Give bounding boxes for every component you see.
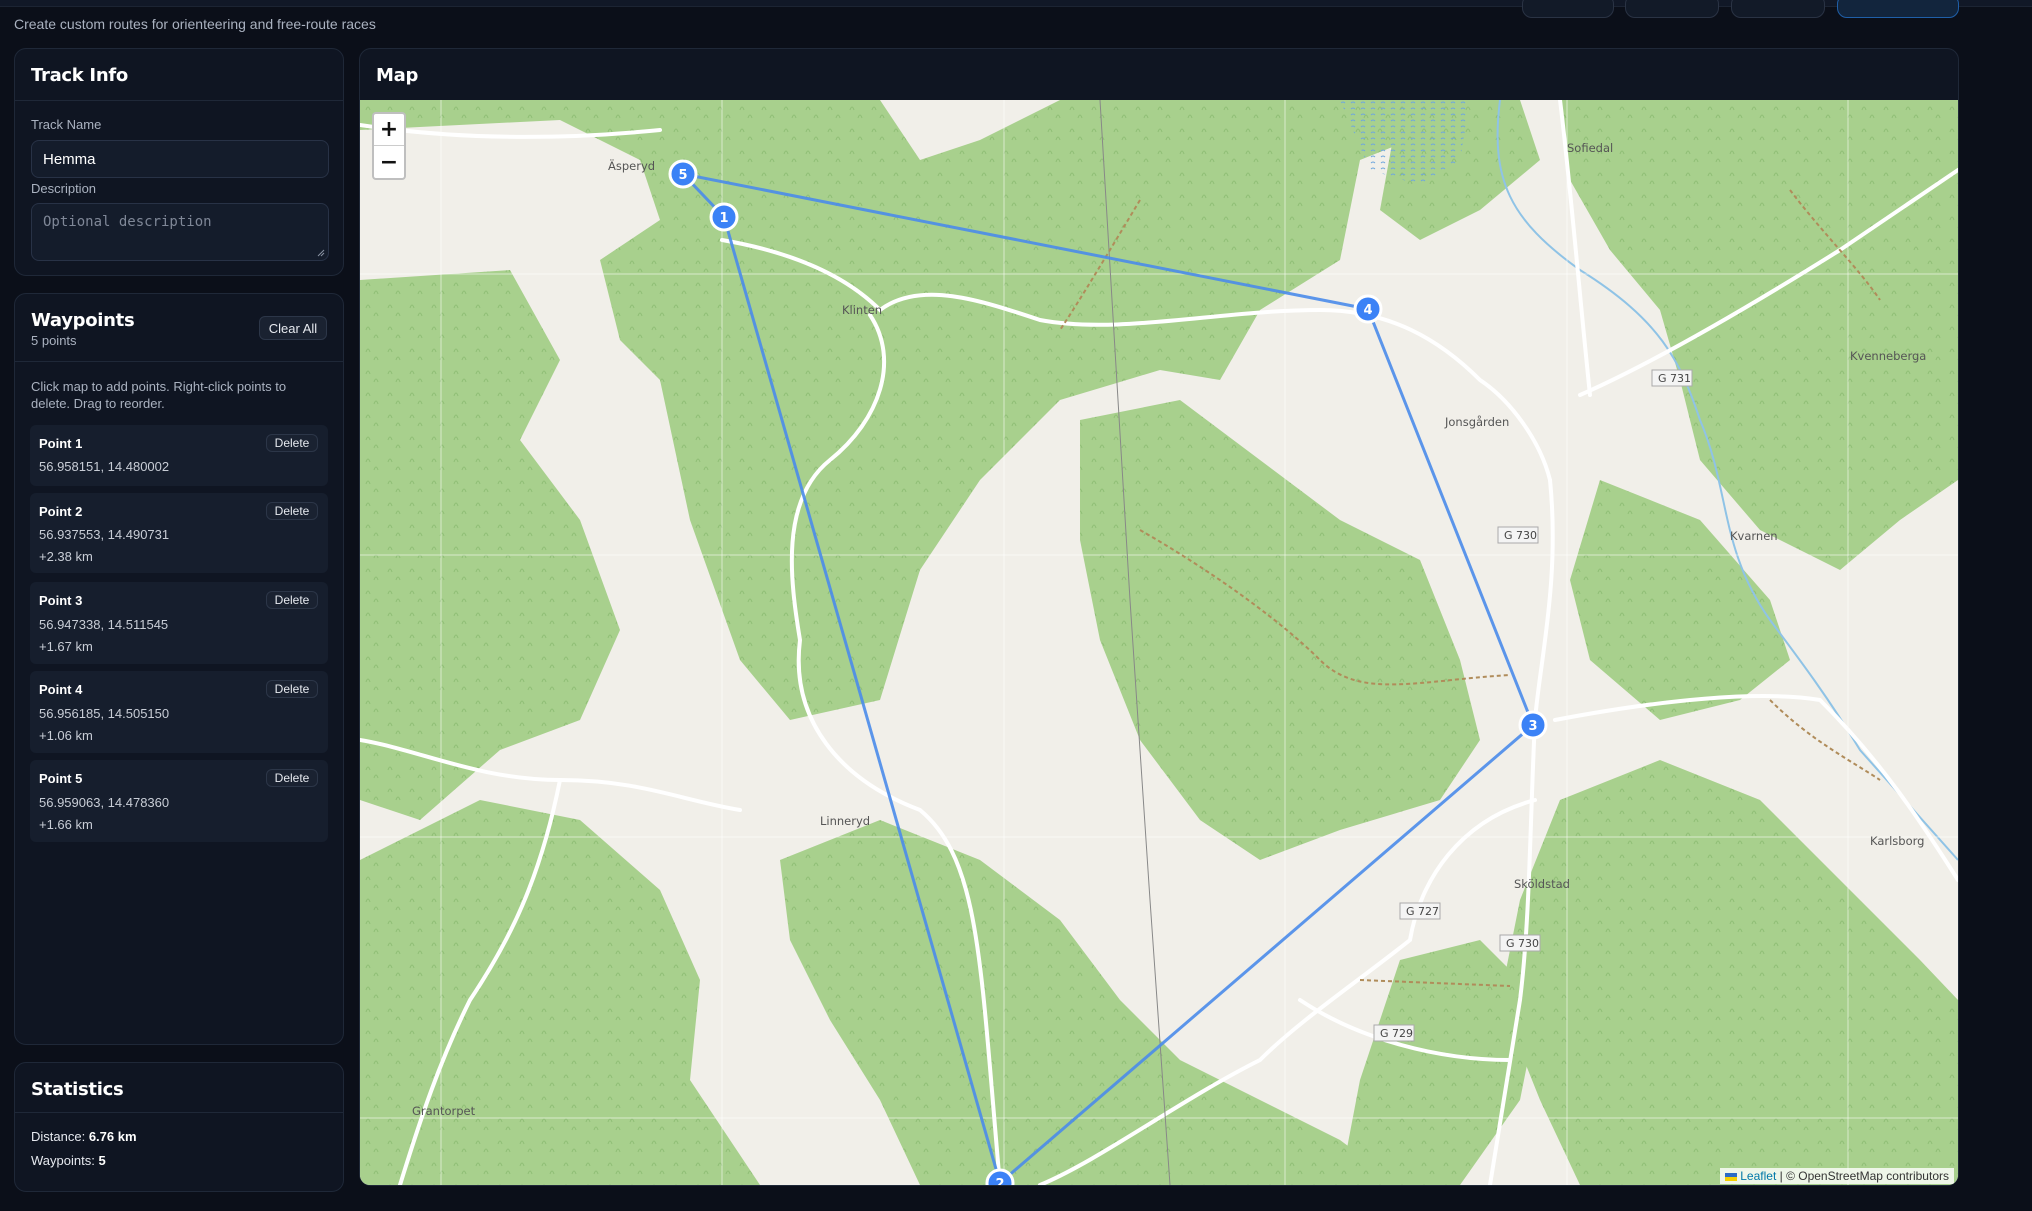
delete-button[interactable]: Delete	[266, 680, 318, 698]
track-name-label: Track Name	[31, 117, 102, 132]
statistics-header: Statistics	[15, 1063, 343, 1113]
delete-button[interactable]: Delete	[266, 434, 318, 452]
place-label: Kvarnen	[1730, 529, 1778, 543]
attribution-text: | © OpenStreetMap contributors	[1776, 1169, 1949, 1183]
list-item[interactable]: Point 4 56.956185, 14.505150 +1.06 km De…	[30, 671, 328, 753]
place-label: Jonsgården	[1444, 415, 1509, 429]
page-subtitle: Create custom routes for orienteering an…	[14, 16, 376, 32]
track-info-panel: Track Info Track Name Hemma Description …	[14, 48, 344, 276]
waypoints-stat: Waypoints: 5	[31, 1153, 106, 1168]
leaflet-link[interactable]: Leaflet	[1740, 1169, 1776, 1183]
zoom-in-button[interactable]: +	[374, 114, 404, 146]
delete-button[interactable]: Delete	[266, 502, 318, 520]
zoom-out-button[interactable]: −	[374, 146, 404, 178]
marker-number: 4	[1363, 303, 1372, 318]
waypoint-distance: +2.38 km	[39, 549, 93, 564]
waypoint-coords: 56.958151, 14.480002	[39, 459, 170, 474]
list-item[interactable]: Point 3 56.947338, 14.511545 +1.67 km De…	[30, 582, 328, 664]
route-marker[interactable]: 3	[1518, 710, 1548, 740]
track-info-title: Track Info	[31, 65, 128, 86]
map-header: Map	[360, 49, 1958, 101]
track-info-header: Track Info	[15, 49, 343, 101]
delete-button[interactable]: Delete	[266, 769, 318, 787]
waypoints-panel: Waypoints 5 points Clear All Click map t…	[14, 293, 344, 1045]
place-label: Karlsborg	[1870, 834, 1924, 848]
statistics-panel: Statistics Distance: 6.76 km Waypoints: …	[14, 1062, 344, 1192]
zoom-control: + −	[372, 112, 406, 180]
resize-grip-icon[interactable]	[317, 249, 325, 257]
map-tiles[interactable]: Äsperyd Klinten Sofiedal Kvenneberga Jon…	[360, 100, 1958, 1185]
delete-button[interactable]: Delete	[266, 591, 318, 609]
description-textarea[interactable]: Optional description	[31, 203, 329, 261]
road-label: G 731	[1658, 372, 1691, 385]
list-item[interactable]: Point 5 56.959063, 14.478360 +1.66 km De…	[30, 760, 328, 842]
distance-stat: Distance: 6.76 km	[31, 1129, 137, 1144]
distance-label: Distance:	[31, 1129, 86, 1144]
track-name-input[interactable]: Hemma	[31, 140, 329, 178]
place-label: Klinten	[842, 303, 882, 317]
waypoint-name: Point 2	[39, 504, 83, 519]
route-marker[interactable]: 4	[1353, 294, 1383, 324]
flag-icon	[1725, 1172, 1738, 1181]
place-label: Linneryd	[820, 814, 870, 828]
waypoint-name: Point 4	[39, 682, 83, 697]
marker-number: 2	[995, 1177, 1004, 1185]
list-item[interactable]: Point 1 56.958151, 14.480002 Delete	[30, 425, 328, 486]
description-placeholder: Optional description	[43, 214, 212, 230]
marker-number: 5	[678, 168, 687, 183]
waypoints-stat-label: Waypoints:	[31, 1153, 95, 1168]
waypoint-name: Point 1	[39, 436, 83, 451]
statistics-title: Statistics	[31, 1079, 124, 1100]
waypoint-coords: 56.947338, 14.511545	[39, 617, 169, 632]
distance-value: 6.76 km	[88, 1129, 137, 1144]
road-label: G 730	[1506, 937, 1539, 950]
waypoint-distance: +1.06 km	[39, 728, 93, 743]
waypoint-coords: 56.959063, 14.478360	[39, 795, 170, 810]
place-label: Sköldstad	[1514, 877, 1570, 891]
list-item[interactable]: Point 2 56.937553, 14.490731 +2.38 km De…	[30, 493, 328, 573]
header-button-2[interactable]	[1625, 0, 1719, 18]
waypoints-stat-value: 5	[98, 1153, 106, 1168]
route-marker[interactable]: 2	[985, 1168, 1015, 1185]
track-name-value: Hemma	[43, 150, 96, 168]
map-title: Map	[376, 65, 419, 86]
header-button-3[interactable]	[1731, 0, 1825, 18]
place-label: Sofiedal	[1567, 141, 1613, 155]
map-canvas[interactable]: Äsperyd Klinten Sofiedal Kvenneberga Jon…	[360, 100, 1958, 1185]
description-label: Description	[31, 181, 97, 196]
header-primary-button[interactable]	[1837, 0, 1959, 18]
route-marker[interactable]: 1	[709, 202, 739, 232]
waypoint-distance: +1.66 km	[39, 817, 93, 832]
waypoint-name: Point 3	[39, 593, 83, 608]
header-button-1[interactable]	[1522, 0, 1614, 18]
road-label: G 730	[1504, 529, 1537, 542]
road-label: G 729	[1380, 1027, 1413, 1040]
waypoint-coords: 56.956185, 14.505150	[39, 706, 170, 721]
header-bar	[0, 0, 2032, 7]
road-label: G 727	[1406, 905, 1439, 918]
waypoints-help-text: Click map to add points. Right-click poi…	[31, 379, 287, 411]
place-label: Äsperyd	[608, 158, 655, 173]
marker-number: 1	[719, 211, 728, 226]
clear-all-button[interactable]: Clear All	[259, 316, 327, 340]
place-label: Kvenneberga	[1850, 349, 1926, 363]
marker-number: 3	[1528, 719, 1537, 734]
place-label: Grantorpet	[412, 1104, 476, 1118]
waypoint-coords: 56.937553, 14.490731	[39, 527, 170, 542]
map-attribution: Leaflet | © OpenStreetMap contributors	[1720, 1168, 1954, 1184]
waypoint-distance: +1.67 km	[39, 639, 93, 654]
route-marker[interactable]: 5	[668, 159, 698, 189]
waypoint-name: Point 5	[39, 771, 83, 786]
